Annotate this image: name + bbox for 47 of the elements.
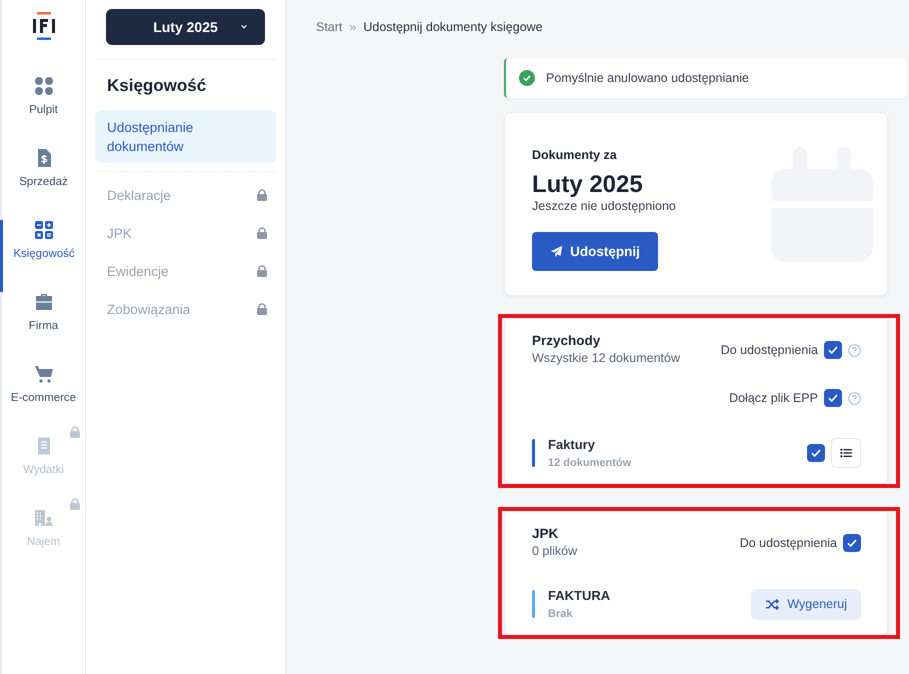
share-button[interactable]: Udostępnij	[532, 232, 658, 270]
check-circle-icon	[519, 70, 535, 86]
option-label: Do udostępnienia	[720, 343, 818, 357]
section-subtitle: 0 plików	[532, 544, 578, 558]
item-detail: 12 dokumentów	[548, 457, 632, 469]
generate-button[interactable]: Wygeneruj	[751, 588, 861, 620]
calculator-icon	[34, 220, 54, 240]
section-subtitle: Wszystkie 12 dokumentów	[532, 351, 680, 365]
share-status: Jeszcze nie udostępniono	[532, 198, 676, 212]
item-detail: Brak	[548, 608, 574, 620]
checkbox[interactable]	[843, 534, 861, 552]
item-name: FAKTURA	[548, 588, 612, 603]
option-label: Do udostępnienia	[740, 536, 837, 550]
shuffle-icon	[765, 598, 780, 610]
checkbox[interactable]	[807, 444, 825, 462]
list-icon	[840, 448, 852, 458]
lock-icon	[256, 227, 268, 239]
option-label: Dołącz plik EPP	[729, 391, 818, 405]
breadcrumb-link[interactable]: Start	[316, 20, 342, 34]
logo-icon	[32, 12, 56, 40]
section-title: Przychody	[532, 333, 602, 348]
lock-icon	[68, 498, 80, 510]
lock-icon	[256, 265, 268, 277]
section-title: JPK	[532, 526, 560, 541]
lock-icon	[256, 303, 268, 315]
caption: Dokumenty za	[532, 148, 618, 162]
sidebar-title: Księgowość	[107, 76, 208, 96]
sidebar-item[interactable]: Udostępnianie dokumentów	[95, 110, 276, 163]
chevron-down-icon	[240, 24, 248, 30]
lock-icon	[256, 189, 268, 201]
checkbox[interactable]	[824, 389, 842, 407]
nav-item[interactable]: Pulpit	[0, 76, 86, 148]
nav-item[interactable]: Firma	[0, 292, 86, 364]
toast-message: Pomyślnie anulowano udostępnianie	[546, 71, 749, 85]
item-name: Faktury	[548, 437, 596, 452]
cart-icon	[34, 364, 54, 384]
lock-icon	[68, 426, 80, 438]
list-button[interactable]	[831, 438, 861, 468]
briefcase-icon	[34, 292, 54, 312]
grid-dots-icon	[34, 76, 54, 96]
period-title: Luty 2025	[532, 170, 644, 198]
breadcrumb-separator: »	[349, 20, 356, 34]
period-dropdown[interactable]: Luty 2025	[106, 9, 265, 45]
checkbox[interactable]	[824, 341, 842, 359]
nav-item[interactable]: Sprzedaż	[0, 148, 86, 220]
paper-plane-icon	[550, 244, 564, 258]
building-person-icon	[34, 508, 54, 528]
